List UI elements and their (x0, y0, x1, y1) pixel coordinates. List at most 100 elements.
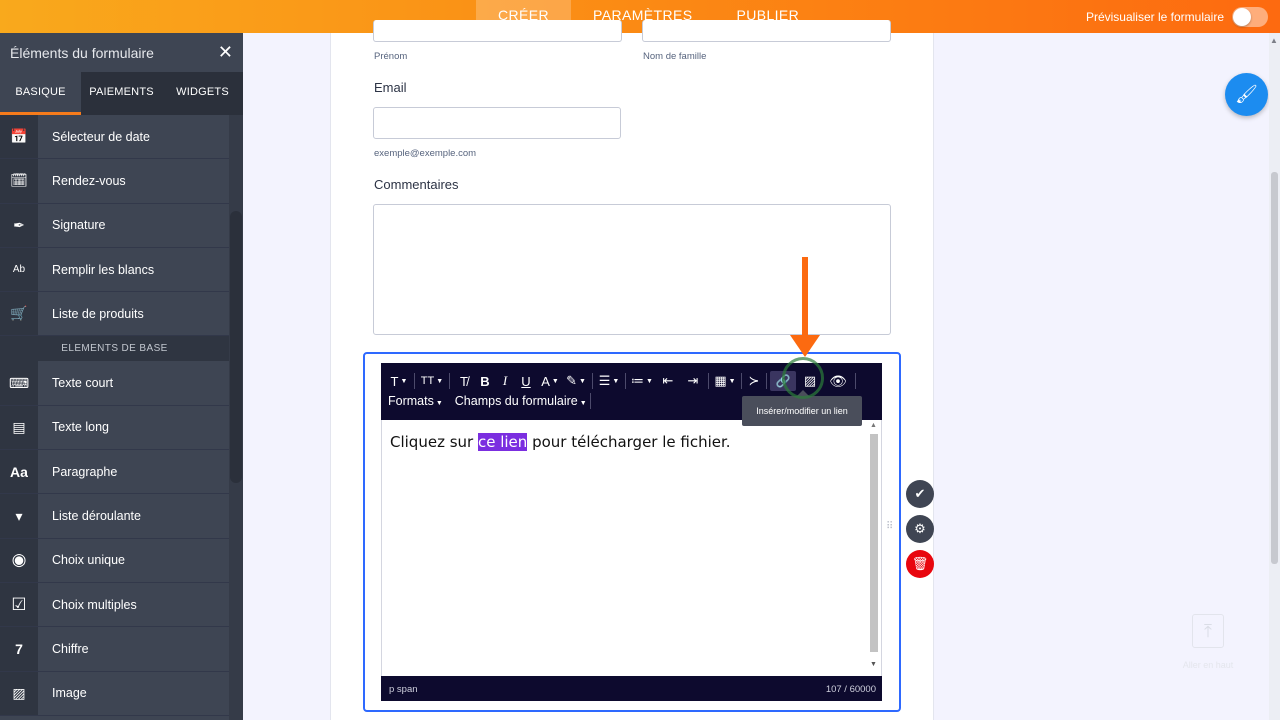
sidebar-item-label: Liste de produits (52, 306, 144, 321)
last-name-input[interactable] (642, 20, 891, 42)
sidebar-item-image[interactable]: ▨ Image (0, 671, 229, 716)
back-to-top-label: Aller en haut (1182, 660, 1234, 670)
sidebar-item-label: Sélecteur de date (52, 129, 150, 144)
number-icon: 7 (0, 627, 38, 671)
sidebar-header: Éléments du formulaire ✕ (0, 33, 243, 72)
toolbar-separator (855, 373, 856, 389)
preview-toggle-group: Prévisualiser le formulaire (1086, 0, 1268, 33)
italic-icon[interactable]: I (495, 371, 515, 391)
comments-textarea[interactable] (373, 204, 891, 335)
sidebar-item-label: Rendez-vous (52, 173, 126, 188)
indent-icon[interactable]: ⇥ (681, 371, 705, 391)
long-text-icon: ▤ (0, 405, 38, 450)
sidebar-element-list: 📅 Sélecteur de date 🗓 Rendez-vous ✒ Sign… (0, 115, 229, 716)
font-size-button[interactable]: TT ▼ (418, 371, 446, 391)
scroll-down-arrow[interactable]: ▼ (870, 661, 877, 668)
sidebar-item-short-text[interactable]: ⌨ Texte court (0, 361, 229, 406)
align-icon[interactable]: ☰ ▼ (596, 371, 622, 391)
code-icon[interactable]: ≻ (745, 371, 763, 391)
sidebar-item-label: Paragraphe (52, 464, 118, 479)
editor-paragraph[interactable]: Cliquez sur ce lien pour télécharger le … (390, 433, 731, 451)
text-before-link: Cliquez sur (390, 433, 478, 451)
text-after-link: pour télécharger le fichier. (527, 433, 731, 451)
sidebar-item-label: Remplir les blancs (52, 262, 155, 277)
sidebar-scroll-thumb[interactable] (230, 211, 242, 483)
email-field[interactable] (373, 107, 621, 139)
sidebar-item-number[interactable]: 7 Chiffre (0, 627, 229, 672)
designer-fab-button[interactable]: 🖌 (1225, 73, 1268, 116)
table-icon[interactable]: ▦ ▼ (712, 371, 738, 391)
sidebar-item-fill-blanks[interactable]: Ab Remplir les blancs (0, 247, 229, 293)
comments-label: Commentaires (374, 177, 459, 192)
element-path: p span (389, 684, 418, 695)
tab-paiements[interactable]: PAIEMENTS (81, 72, 162, 115)
bold-icon[interactable]: B (475, 371, 495, 391)
back-to-top-button[interactable]: ⤒ Aller en haut (1178, 614, 1238, 670)
toolbar-separator (414, 373, 415, 389)
sidebar-item-multiple-choice[interactable]: ☑ Choix multiples (0, 582, 229, 628)
toolbar-separator (766, 373, 767, 389)
tab-widgets[interactable]: WIDGETS (162, 72, 243, 115)
editor-statusbar: p span 107 / 60000 (381, 676, 882, 701)
selected-link-text[interactable]: ce lien (477, 433, 528, 451)
outdent-icon[interactable]: ⇤ (655, 371, 681, 391)
form-fields-dropdown[interactable]: Champs du formulaire ▼ (455, 394, 587, 408)
highlight-color-icon[interactable]: ✎ ▼ (563, 371, 589, 391)
clear-format-icon[interactable]: T̸ (453, 371, 475, 391)
drag-handle-icon[interactable]: ⠿ (886, 522, 896, 542)
dropdown-icon: ▾ (0, 494, 38, 538)
sidebar-section-basic: ELEMENTS DE BASE (0, 336, 229, 362)
sidebar-item-label: Texte court (52, 376, 114, 391)
radio-icon: ◉ (0, 538, 38, 582)
page-scroll-thumb[interactable] (1271, 172, 1278, 564)
char-count: 107 / 60000 (825, 684, 876, 695)
toolbar-separator (741, 373, 742, 389)
sidebar-item-label: Choix unique (52, 553, 125, 568)
sidebar-item-signature[interactable]: ✒ Signature (0, 203, 229, 248)
font-family-button[interactable]: T ▼ (387, 371, 411, 391)
sidebar-item-label: Image (52, 686, 87, 701)
preview-eye-icon[interactable]: 👁 (824, 371, 852, 391)
sidebar-title: Éléments du formulaire (10, 44, 154, 61)
preview-toggle[interactable] (1232, 6, 1268, 27)
scroll-up-arrow[interactable]: ▲ (870, 422, 877, 429)
editor-content-area[interactable]: Cliquez sur ce lien pour télécharger le … (381, 420, 882, 676)
sidebar-item-label: Chiffre (52, 641, 89, 656)
email-sublabel: exemple@exemple.com (374, 148, 477, 159)
toolbar-separator (589, 393, 591, 409)
pen-icon: ✒ (0, 203, 38, 247)
first-name-sublabel: Prénom (374, 51, 408, 62)
checkbox-icon: ☑ (0, 582, 38, 627)
sidebar-item-appointment[interactable]: 🗓 Rendez-vous (0, 159, 229, 204)
short-text-icon: ⌨ (0, 361, 38, 405)
editor-scrollbar[interactable]: ▲ ▼ (869, 422, 879, 672)
list-icon[interactable]: ≔ ▼ (629, 371, 655, 391)
sidebar-item-product-list[interactable]: 🛒 Liste de produits (0, 292, 229, 337)
close-icon[interactable]: ✕ (218, 42, 233, 63)
page-scroll-up-arrow[interactable]: ▲ (1270, 36, 1278, 45)
sidebar-item-long-text[interactable]: ▤ Texte long (0, 405, 229, 451)
tab-basique[interactable]: BASIQUE (0, 72, 81, 115)
sidebar-item-date-picker[interactable]: 📅 Sélecteur de date (0, 115, 229, 160)
sidebar-tabs: BASIQUE PAIEMENTS WIDGETS (0, 72, 243, 115)
form-fields-label: Champs du formulaire (454, 394, 578, 408)
preview-label: Prévisualiser le formulaire (1085, 9, 1224, 24)
settings-gear-button[interactable]: ⚙ (906, 515, 934, 543)
calendar-check-icon: 🗓 (0, 159, 38, 203)
paragraph-icon: Aa (0, 450, 38, 494)
delete-trash-button[interactable]: 🗑 (906, 550, 934, 578)
first-name-input[interactable] (373, 20, 622, 42)
annotation-arrow-head (790, 335, 820, 357)
underline-icon[interactable]: U (515, 371, 537, 391)
text-color-icon[interactable]: A ▼ (537, 371, 563, 391)
confirm-button[interactable]: ✔ (906, 480, 934, 508)
image-icon: ▨ (0, 671, 38, 715)
sidebar-item-single-choice[interactable]: ◉ Choix unique (0, 538, 229, 583)
toolbar-separator (592, 373, 593, 389)
sidebar-item-dropdown[interactable]: ▾ Liste déroulante (0, 494, 229, 539)
formats-dropdown[interactable]: Formats ▼ (388, 394, 443, 408)
cart-icon: 🛒 (0, 292, 38, 336)
sidebar-item-paragraph[interactable]: Aa Paragraphe (0, 450, 229, 495)
sidebar-item-label: Signature (52, 218, 106, 233)
editor-scroll-thumb[interactable] (870, 434, 878, 652)
